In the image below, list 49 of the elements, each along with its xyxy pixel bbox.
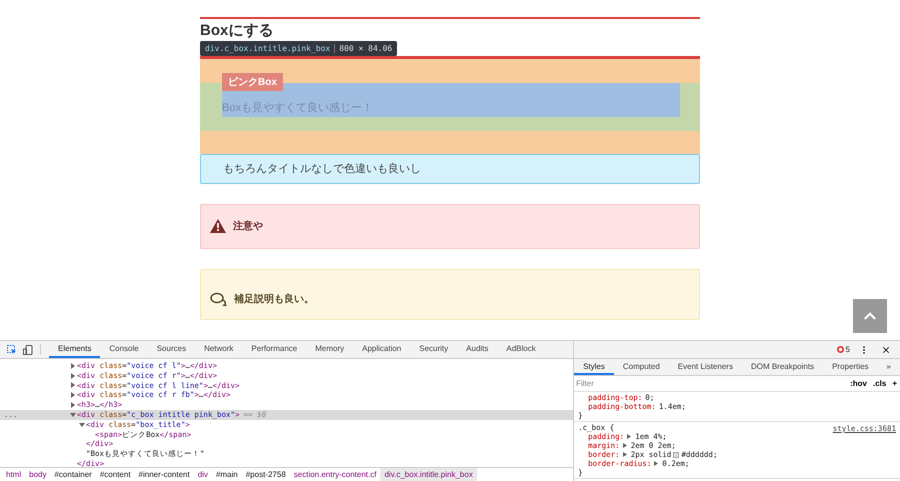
close-icon[interactable] (881, 344, 891, 354)
more-tabs-button[interactable]: » (878, 359, 900, 375)
breadcrumb[interactable]: #content (96, 468, 135, 481)
breadcrumb[interactable]: body (25, 468, 50, 481)
devices-icon[interactable] (23, 344, 33, 354)
styles-tab[interactable]: Computed (614, 359, 669, 375)
box-title: ピンクBox (222, 72, 283, 91)
devtools-tab[interactable]: AdBlock (497, 341, 545, 358)
breadcrumb[interactable]: #inner-content (134, 468, 194, 481)
expand-triangle-icon[interactable] (654, 461, 660, 466)
devtools-tab[interactable]: Security (410, 341, 458, 358)
breadcrumb[interactable]: html (2, 468, 26, 481)
color-swatch[interactable] (673, 452, 680, 458)
error-counter[interactable]: 5 (836, 345, 850, 354)
warning-icon (210, 219, 226, 234)
breadcrumb[interactable]: div (194, 468, 212, 481)
styles-tab[interactable]: Event Listeners (668, 359, 742, 375)
filter-toggle[interactable]: + (889, 379, 900, 388)
tooltip-size: 800 × 84.06 (334, 44, 392, 53)
filter-toggle[interactable]: :hov (847, 379, 870, 388)
box-text: Boxも見やすくて良い感じー！ (222, 100, 374, 115)
inspect-cursor-icon[interactable] (7, 344, 17, 354)
section-heading: Boxにする (200, 22, 274, 40)
breadcrumb[interactable]: #main (212, 468, 242, 481)
devtools-tab[interactable]: Performance (242, 341, 306, 358)
styles-tab[interactable]: DOM Breakpoints (742, 359, 824, 375)
breadcrumb[interactable]: #post-2758 (242, 468, 290, 481)
speech-bubbles-icon (210, 292, 227, 306)
breadcrumb[interactable]: #container (50, 468, 96, 481)
devtools-tab[interactable]: Memory (306, 341, 354, 358)
devtools-tab[interactable]: Audits (457, 341, 498, 358)
tooltip-selector: div.c_box.intitle.pink_box (205, 44, 330, 53)
devtools-tab[interactable]: Elements (49, 341, 100, 358)
breadcrumb[interactable]: div.c_box.intitle.pink_box (380, 468, 477, 481)
expand-triangle-icon[interactable] (622, 443, 628, 448)
breadcrumb[interactable]: section.entry-content.cf (290, 468, 380, 481)
box-text: 注意や (233, 219, 263, 234)
filter-toggle[interactable]: .cls (870, 379, 890, 388)
expand-triangle-icon[interactable] (622, 452, 628, 457)
scroll-to-top-button[interactable] (853, 299, 887, 333)
box-text: 補足説明も良い。 (234, 292, 314, 306)
expand-triangle-icon[interactable] (627, 434, 632, 439)
devtools-tab[interactable]: Application (353, 341, 410, 358)
styles-tab[interactable]: Styles (574, 359, 614, 375)
devtools-tab[interactable]: Console (100, 341, 148, 358)
styles-tab[interactable]: Properties (823, 359, 878, 375)
devtools-tab[interactable]: Sources (148, 341, 196, 358)
box-text: もちろんタイトルなしで色違いも良いし (223, 162, 421, 176)
devtools-tab[interactable]: Network (195, 341, 242, 358)
